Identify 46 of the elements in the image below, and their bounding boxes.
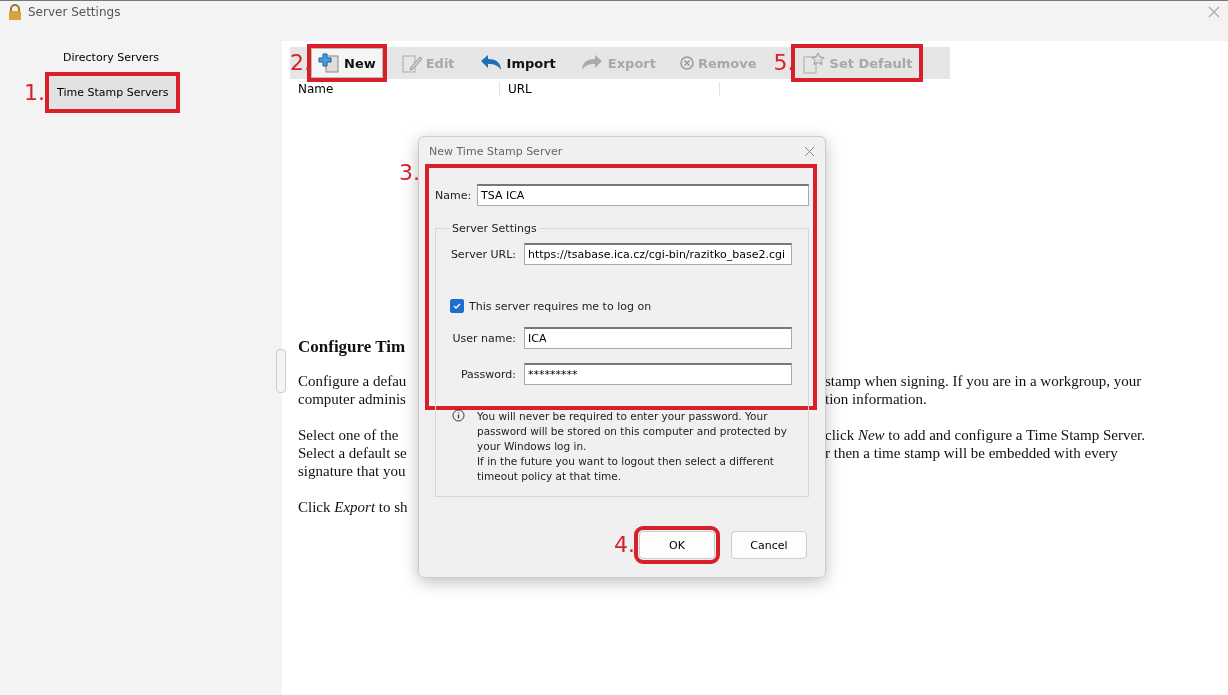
- forward-arrow-icon: [579, 54, 604, 72]
- group-title: Server Settings: [451, 222, 538, 235]
- step-number: 4.: [614, 534, 635, 556]
- text-fragment: Configure a defau: [298, 373, 408, 391]
- sidebar-item[interactable]: Directory Servers: [55, 49, 167, 66]
- close-icon[interactable]: [1208, 6, 1220, 18]
- text-fragment: tion information.: [825, 391, 928, 409]
- pencil-document-icon: [399, 52, 422, 74]
- text-fragment: Click Export to sh: [298, 499, 409, 517]
- toolbar-button[interactable]: Import: [471, 48, 563, 78]
- field-label: User name:: [451, 331, 516, 345]
- plus-document-icon: [318, 52, 340, 74]
- field-label: Name:: [435, 188, 469, 202]
- step-number: 5.: [773, 52, 795, 74]
- username-field[interactable]: ICA: [524, 327, 792, 349]
- info-text: If in the future you want to logout then select a different timeout policy at that time.: [477, 454, 775, 484]
- text-fragment: stamp when signing. If you are in a workgroup, your: [825, 373, 1143, 391]
- dialog-title: New Time Stamp Server: [429, 145, 563, 158]
- dialog-button[interactable]: Cancel: [731, 531, 807, 559]
- field-label: Server URL:: [450, 247, 516, 261]
- text-fragment: signature that you: [298, 463, 407, 481]
- info-icon: [452, 409, 465, 422]
- field-label: Password:: [459, 367, 516, 381]
- column-header[interactable]: Name: [290, 82, 500, 96]
- text-fragment: click New to add and configure a Time Stamp Server.: [825, 427, 1146, 445]
- text-fragment: r then a time stamp will be embedded with every: [825, 445, 1119, 463]
- step-number: 1.: [24, 81, 45, 104]
- name-field[interactable]: TSA ICA: [477, 184, 809, 206]
- url-field[interactable]: https://tsabase.ica.cz/cgi-bin/razitko_base2.cgi: [524, 243, 792, 265]
- column-header[interactable]: URL: [500, 82, 720, 96]
- close-icon[interactable]: [804, 146, 815, 157]
- window-title: Server Settings: [28, 5, 122, 19]
- checkbox-label: This server requires me to log on: [469, 299, 652, 313]
- checkbox[interactable]: [450, 299, 464, 313]
- star-document-icon: [801, 52, 826, 74]
- splitter-handle[interactable]: [276, 349, 286, 393]
- text-fragment: Select one of the: [298, 427, 400, 445]
- section-heading: Configure Tim: [298, 337, 406, 356]
- lock-icon: [8, 4, 22, 20]
- checkmark-icon: [453, 302, 461, 310]
- remove-icon: [679, 56, 694, 70]
- text-fragment: Select a default se: [298, 445, 408, 463]
- text-fragment: computer adminis: [298, 391, 407, 409]
- password-field[interactable]: *********: [524, 363, 792, 385]
- step-number: 3.: [399, 162, 420, 184]
- info-text: You will never be required to enter your password. Your password will be stored on this computer and protected by your Windows log in.: [477, 409, 788, 454]
